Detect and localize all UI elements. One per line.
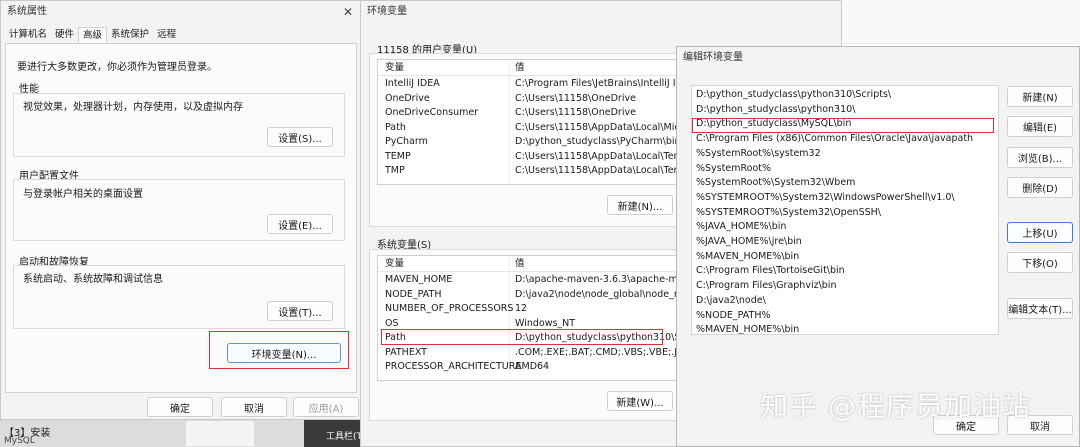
list-item[interactable]: D:\java2\node\	[696, 294, 766, 309]
variable-value: C:\Users\11158\AppData\Local\Tem	[515, 150, 683, 162]
delete-entry-button[interactable]: 删除(D)	[1007, 177, 1073, 198]
variable-name: Path	[385, 121, 406, 133]
variable-name: OS	[385, 317, 399, 329]
edit-environment-variable-title: 编辑环境变量	[683, 52, 743, 63]
system-properties-titlebar: 系统属性 ✕	[1, 1, 361, 23]
system-properties-dialog: 系统属性 ✕ 计算机名 硬件 高级 系统保护 远程 要进行大多数更改，你必须作为…	[0, 0, 362, 420]
tab-computer-name[interactable]: 计算机名	[5, 27, 51, 43]
list-item[interactable]: %SYSTEMROOT%\System32\OpenSSH\	[696, 206, 881, 221]
user-new-button[interactable]: 新建(N)...	[607, 195, 673, 215]
new-entry-button[interactable]: 新建(N)	[1007, 86, 1073, 107]
variable-value: AMD64	[515, 361, 550, 372]
system-properties-title: 系统属性	[7, 6, 47, 17]
list-item[interactable]: D:\python_studyclass\python310\Scripts\	[696, 88, 891, 103]
variable-value: C:\Users\11158\AppData\Local\Micr	[515, 121, 684, 133]
variable-value: D:\apache-maven-3.6.3\apache-mave	[515, 274, 696, 285]
startup-settings-button[interactable]: 设置(T)...	[267, 301, 333, 321]
profile-desc: 与登录帐户相关的桌面设置	[23, 189, 143, 200]
variable-value: 12	[515, 303, 528, 314]
variable-value: D:\java2\node\node_global\node_m	[515, 288, 684, 300]
admin-notice: 要进行大多数更改，你必须作为管理员登录。	[17, 62, 217, 73]
variable-value: C:\Users\11158\OneDrive	[515, 107, 636, 118]
variable-name: TMP	[385, 165, 405, 176]
performance-settings-button[interactable]: 设置(S)...	[267, 127, 333, 147]
variable-name: NODE_PATH	[385, 288, 442, 300]
edit-text-button[interactable]: 编辑文本(T)...	[1007, 298, 1073, 319]
variable-name: NUMBER_OF_PROCESSORS	[385, 303, 514, 314]
list-item[interactable]: C:\Program Files (x86)\Common Files\Orac…	[696, 132, 973, 147]
startup-desc: 系统启动、系统故障和调试信息	[23, 274, 163, 285]
system-new-button[interactable]: 新建(W)...	[607, 391, 673, 411]
ok-button[interactable]: 确定	[147, 397, 213, 417]
list-item[interactable]: %SYSTEMROOT%\System32\WindowsPowerShell\…	[696, 191, 955, 206]
variable-name: PROCESSOR_ARCHITECTURE	[385, 361, 522, 372]
variable-name: IntelliJ IDEA	[385, 78, 440, 89]
background-sub-label: MySQL	[4, 436, 35, 446]
tab-system-protection[interactable]: 系统保护	[107, 27, 153, 43]
close-icon[interactable]: ✕	[341, 1, 355, 23]
environment-variables-title: 环境变量	[367, 6, 407, 17]
list-item[interactable]: C:\Program Files\TortoiseGit\bin	[696, 264, 845, 279]
variable-name: TEMP	[385, 150, 411, 162]
variable-value: C:\Users\11158\AppData\Local\Tem	[515, 165, 683, 176]
move-down-button[interactable]: 下移(O)	[1007, 252, 1073, 273]
profile-settings-button[interactable]: 设置(E)...	[267, 214, 333, 234]
variable-value: C:\Users\11158\OneDrive	[515, 92, 636, 104]
variable-value: .COM;.EXE;.BAT;.CMD;.VBS;.VBE;.JS;.J	[515, 346, 693, 358]
variable-value: D:\python_studyclass\PyCharm\bin;	[515, 136, 684, 147]
list-item[interactable]: D:\python_studyclass\MySQL\bin	[696, 117, 851, 132]
variable-name: PyCharm	[385, 136, 428, 147]
background-right-panel	[842, 0, 1080, 44]
variable-value: C:\Program Files\JetBrains\IntelliJ IDE	[515, 78, 689, 89]
browse-button[interactable]: 浏览(B)...	[1007, 147, 1073, 168]
tab-advanced[interactable]: 高级	[78, 27, 108, 43]
variable-name: OneDriveConsumer	[385, 107, 479, 118]
list-item[interactable]: %JAVA_HOME%\bin	[696, 220, 786, 235]
variable-value: D:\python_studyclass\python310\Sc	[515, 332, 686, 343]
list-item[interactable]: %SystemRoot%	[696, 162, 771, 177]
tab-hardware[interactable]: 硬件	[51, 27, 78, 43]
variable-name: MAVEN_HOME	[385, 274, 453, 285]
list-item[interactable]: %NODE_PATH%	[696, 309, 771, 324]
tab-remote[interactable]: 远程	[153, 27, 180, 43]
col-value-header[interactable]: 值	[515, 60, 525, 76]
zhihu-watermark: 知乎 @程序员加油站	[760, 390, 1031, 423]
list-item[interactable]: %MAVEN_HOME%\bin	[696, 250, 799, 265]
variable-name: OneDrive	[385, 92, 430, 104]
variable-value: Windows_NT	[515, 317, 576, 329]
list-item[interactable]: %MAVEN_HOME%\bin	[696, 323, 799, 334]
col-value-header[interactable]: 值	[515, 256, 525, 272]
col-variable-header[interactable]: 变量	[385, 60, 404, 76]
performance-desc: 视觉效果，处理器计划，内存使用，以及虚拟内存	[23, 102, 243, 113]
environment-variables-button[interactable]: 环境变量(N)...	[227, 343, 341, 363]
edit-environment-variable-titlebar: 编辑环境变量	[677, 47, 1079, 69]
apply-button[interactable]: 应用(A)	[293, 397, 359, 417]
list-item[interactable]: D:\python_studyclass\python310\	[696, 103, 855, 118]
list-item[interactable]: %SystemRoot%\System32\Wbem	[696, 176, 855, 191]
environment-variables-titlebar: 环境变量	[361, 1, 841, 23]
list-item[interactable]: C:\Program Files\Graphviz\bin	[696, 279, 836, 294]
variable-name: PATHEXT	[385, 346, 427, 358]
col-variable-header[interactable]: 变量	[385, 256, 404, 272]
list-item[interactable]: %SystemRoot%\system32	[696, 147, 821, 162]
variable-name: Path	[385, 332, 406, 343]
background-thumbnail	[185, 420, 255, 447]
system-properties-tabs: 计算机名 硬件 高级 系统保护 远程	[5, 27, 180, 43]
path-entries-list[interactable]: D:\python_studyclass\python310\Scripts\ …	[691, 85, 999, 335]
edit-entry-button[interactable]: 编辑(E)	[1007, 116, 1073, 137]
list-item[interactable]: %JAVA_HOME%\jre\bin	[696, 235, 802, 250]
cancel-button[interactable]: 取消	[221, 397, 287, 417]
move-up-button[interactable]: 上移(U)	[1007, 222, 1073, 243]
